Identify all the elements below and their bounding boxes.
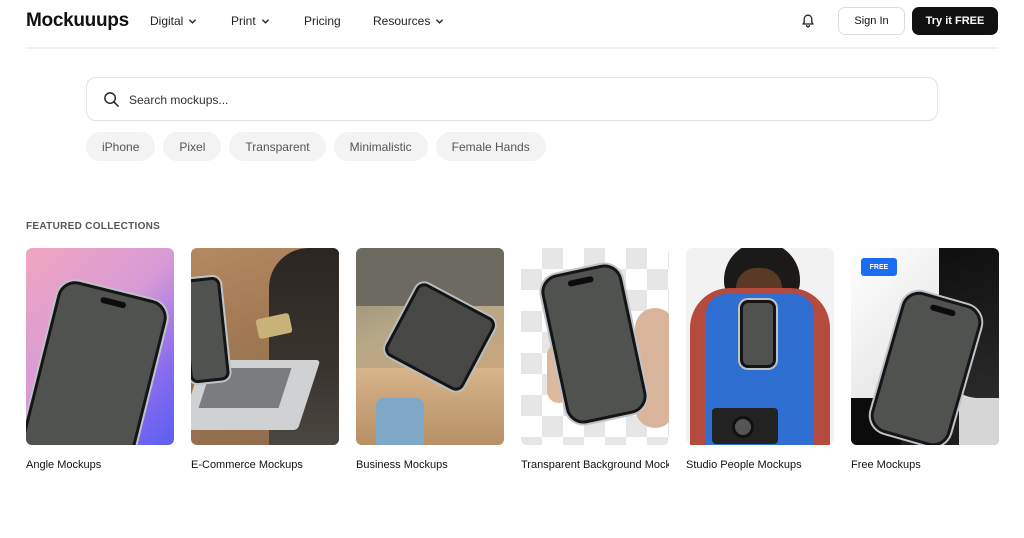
collection-thumbnail xyxy=(521,248,669,445)
collection-card-ecommerce[interactable]: E-Commerce Mockups xyxy=(191,248,339,471)
nav-item-label: Resources xyxy=(373,14,431,28)
collection-card-transparent-background[interactable]: Transparent Background Mockups xyxy=(521,248,669,471)
chevron-down-icon xyxy=(189,18,197,24)
collection-thumbnail xyxy=(191,248,339,445)
nav-item-label: Pricing xyxy=(304,14,341,28)
try-free-button[interactable]: Try it FREE xyxy=(912,7,998,35)
collection-thumbnail xyxy=(686,248,834,445)
nav-item-label: Print xyxy=(231,14,256,28)
collection-title: Business Mockups xyxy=(356,459,448,471)
logo[interactable]: Mockuuups xyxy=(26,10,129,32)
collection-card-angle[interactable]: Angle Mockups xyxy=(26,248,174,471)
collection-title: Angle Mockups xyxy=(26,459,102,471)
tag-minimalistic[interactable]: Minimalistic xyxy=(333,132,428,161)
nav-item-digital[interactable]: Digital xyxy=(150,14,197,28)
header-divider xyxy=(26,47,998,49)
chevron-down-icon xyxy=(436,18,444,24)
collection-title: Studio People Mockups xyxy=(686,459,802,471)
collection-title: Free Mockups xyxy=(851,459,921,471)
search-input[interactable] xyxy=(129,89,909,111)
collection-title: E-Commerce Mockups xyxy=(191,459,303,471)
phone-mockup xyxy=(26,277,171,445)
search-bar[interactable] xyxy=(86,77,938,121)
collection-thumbnail: FREE xyxy=(851,248,999,445)
tag-iphone[interactable]: iPhone xyxy=(86,132,156,161)
collection-card-free[interactable]: FREE Free Mockups xyxy=(851,248,999,471)
collection-card-studio-people[interactable]: Studio People Mockups xyxy=(686,248,834,471)
nav-item-label: Digital xyxy=(150,14,184,28)
featured-collections-heading: FEATURED COLLECTIONS xyxy=(26,221,161,232)
phone-mockup xyxy=(191,276,231,384)
suggested-tags: iPhone Pixel Transparent Minimalistic Fe… xyxy=(86,132,546,161)
bell-icon[interactable] xyxy=(800,13,816,29)
nav-item-pricing[interactable]: Pricing xyxy=(304,14,341,28)
nav-item-print[interactable]: Print xyxy=(231,14,270,28)
collection-card-business[interactable]: Business Mockups xyxy=(356,248,504,471)
collection-thumbnail xyxy=(356,248,504,445)
phone-mockup xyxy=(740,300,776,368)
collection-thumbnail xyxy=(26,248,174,445)
free-badge: FREE xyxy=(861,258,897,276)
sign-in-button[interactable]: Sign In xyxy=(838,7,905,35)
collection-title: Transparent Background Mockups xyxy=(521,459,669,471)
tag-transparent[interactable]: Transparent xyxy=(229,132,326,161)
chevron-down-icon xyxy=(261,18,269,24)
tag-female-hands[interactable]: Female Hands xyxy=(435,132,546,161)
nav-item-resources[interactable]: Resources xyxy=(373,14,444,28)
top-navigation: Mockuuups Digital Print Pricing Resource… xyxy=(0,0,1024,44)
tag-pixel[interactable]: Pixel xyxy=(163,132,222,161)
search-icon xyxy=(104,92,119,107)
